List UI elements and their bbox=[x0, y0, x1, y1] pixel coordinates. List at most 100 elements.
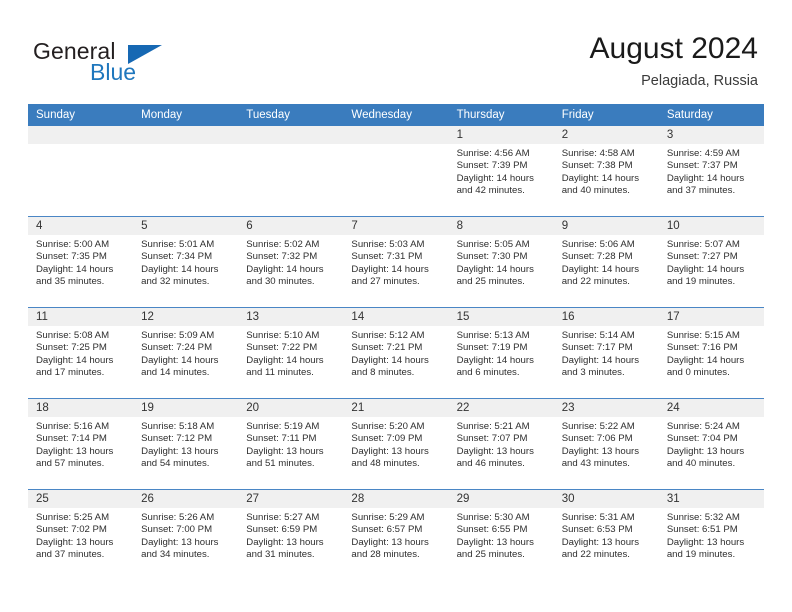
daylight-text-line2: and 48 minutes. bbox=[351, 458, 420, 470]
calendar-day-cell[interactable]: 15 Sunrise: 5:13 AM Sunset: 7:19 PM Dayligh… bbox=[448, 307, 554, 399]
calendar-day-cell[interactable]: 13 Sunrise: 5:10 AM Sunset: 7:22 PM Dayligh… bbox=[238, 307, 344, 399]
calendar-cell-inner bbox=[238, 126, 344, 216]
sunset-text: Sunset: 7:11 PM bbox=[246, 433, 317, 445]
day-details: Sunrise: 5:10 AM Sunset: 7:22 PM Daylight:… bbox=[238, 326, 343, 380]
calendar-cell-inner: 14 Sunrise: 5:12 AM Sunset: 7:21 PM Dayligh… bbox=[343, 308, 449, 398]
day-number: 30 bbox=[553, 490, 659, 508]
calendar-day-cell[interactable]: 24 Sunrise: 5:24 AM Sunset: 7:04 PM Dayligh… bbox=[658, 398, 764, 490]
day-number: 15 bbox=[448, 308, 554, 326]
calendar-day-cell[interactable]: 27 Sunrise: 5:27 AM Sunset: 6:59 PM Dayligh… bbox=[238, 489, 344, 580]
calendar-day-cell[interactable]: 28 Sunrise: 5:29 AM Sunset: 6:57 PM Dayligh… bbox=[343, 489, 449, 580]
day-number: 31 bbox=[658, 490, 764, 508]
weekday-header-monday: Monday bbox=[133, 104, 239, 126]
daylight-text-line2: and 40 minutes. bbox=[666, 458, 736, 470]
calendar-day-cell[interactable]: 20 Sunrise: 5:19 AM Sunset: 7:11 PM Dayligh… bbox=[238, 398, 344, 490]
day-details: Sunrise: 5:00 AM Sunset: 7:35 PM Daylight:… bbox=[28, 235, 133, 289]
sunset-text: Sunset: 7:09 PM bbox=[351, 433, 423, 445]
sunrise-text: Sunrise: 5:24 AM bbox=[666, 421, 740, 432]
daylight-text-line2: and 25 minutes. bbox=[456, 276, 525, 288]
calendar-day-cell[interactable]: 11 Sunrise: 5:08 AM Sunset: 7:25 PM Dayligh… bbox=[28, 307, 134, 399]
calendar-day-cell[interactable]: 3 Sunrise: 4:59 AM Sunset: 7:37 PM Daylight… bbox=[658, 126, 764, 217]
calendar-day-cell[interactable]: 29 Sunrise: 5:30 AM Sunset: 6:55 PM Dayligh… bbox=[448, 489, 554, 580]
daylight-text-line2: and 40 minutes. bbox=[561, 185, 630, 197]
calendar-empty-cell bbox=[343, 126, 449, 217]
sunset-text: Sunset: 7:21 PM bbox=[351, 342, 423, 354]
calendar-day-cell[interactable]: 5 Sunrise: 5:01 AM Sunset: 7:34 PM Daylight… bbox=[133, 216, 239, 308]
sunset-text: Sunset: 7:39 PM bbox=[456, 160, 528, 172]
calendar-cell-inner: 15 Sunrise: 5:13 AM Sunset: 7:19 PM Dayligh… bbox=[448, 308, 554, 398]
calendar-day-cell[interactable]: 21 Sunrise: 5:20 AM Sunset: 7:09 PM Dayligh… bbox=[343, 398, 449, 490]
calendar-cell-inner: 4 Sunrise: 5:00 AM Sunset: 7:35 PM Daylight… bbox=[28, 217, 134, 307]
day-number: 22 bbox=[448, 399, 554, 417]
weekday-header-friday: Friday bbox=[553, 104, 659, 126]
calendar-week-row: 25 Sunrise: 5:25 AM Sunset: 7:02 PM Dayligh… bbox=[28, 489, 764, 580]
calendar-day-cell[interactable]: 31 Sunrise: 5:32 AM Sunset: 6:51 PM Dayligh… bbox=[658, 489, 764, 580]
calendar-cell-inner: 21 Sunrise: 5:20 AM Sunset: 7:09 PM Dayligh… bbox=[343, 399, 449, 489]
day-number: 4 bbox=[28, 217, 134, 235]
daylight-text-line2: and 35 minutes. bbox=[36, 276, 105, 288]
sunrise-text: Sunrise: 5:13 AM bbox=[456, 330, 530, 341]
day-details: Sunrise: 4:56 AM Sunset: 7:39 PM Daylight:… bbox=[449, 144, 554, 198]
sunrise-text: Sunrise: 5:10 AM bbox=[246, 330, 320, 341]
calendar-cell-inner: 11 Sunrise: 5:08 AM Sunset: 7:25 PM Dayligh… bbox=[28, 308, 134, 398]
sunrise-text: Sunrise: 5:14 AM bbox=[561, 330, 635, 341]
daylight-text-line2: and 8 minutes. bbox=[351, 367, 415, 379]
daylight-text-line2: and 28 minutes. bbox=[351, 549, 420, 561]
daylight-text-line1: Daylight: 13 hours bbox=[36, 536, 114, 548]
daylight-text-line1: Daylight: 13 hours bbox=[141, 536, 219, 548]
calendar-day-cell[interactable]: 23 Sunrise: 5:22 AM Sunset: 7:06 PM Dayligh… bbox=[553, 398, 659, 490]
calendar-empty-cell bbox=[238, 126, 344, 217]
calendar-day-cell[interactable]: 22 Sunrise: 5:21 AM Sunset: 7:07 PM Dayligh… bbox=[448, 398, 554, 490]
weekday-header-tuesday: Tuesday bbox=[238, 104, 344, 126]
calendar-day-cell[interactable]: 30 Sunrise: 5:31 AM Sunset: 6:53 PM Dayligh… bbox=[553, 489, 659, 580]
sunrise-text: Sunrise: 5:01 AM bbox=[141, 239, 215, 250]
day-details: Sunrise: 5:07 AM Sunset: 7:27 PM Daylight:… bbox=[659, 235, 764, 289]
sunset-text: Sunset: 7:02 PM bbox=[36, 524, 107, 536]
calendar-day-cell[interactable]: 2 Sunrise: 4:58 AM Sunset: 7:38 PM Daylight… bbox=[553, 126, 659, 217]
calendar-day-cell[interactable]: 17 Sunrise: 5:15 AM Sunset: 7:16 PM Dayligh… bbox=[658, 307, 764, 399]
calendar-day-cell[interactable]: 19 Sunrise: 5:18 AM Sunset: 7:12 PM Dayligh… bbox=[133, 398, 239, 490]
daylight-text-line1: Daylight: 14 hours bbox=[246, 354, 324, 366]
day-details: Sunrise: 5:18 AM Sunset: 7:12 PM Daylight:… bbox=[133, 417, 238, 471]
calendar-day-cell[interactable]: 18 Sunrise: 5:16 AM Sunset: 7:14 PM Dayligh… bbox=[28, 398, 134, 490]
day-number bbox=[343, 126, 449, 144]
sunset-text: Sunset: 7:25 PM bbox=[36, 342, 107, 354]
calendar-day-cell[interactable]: 8 Sunrise: 5:05 AM Sunset: 7:30 PM Daylight… bbox=[448, 216, 554, 308]
calendar-cell-inner: 20 Sunrise: 5:19 AM Sunset: 7:11 PM Dayligh… bbox=[238, 399, 344, 489]
brand-logo[interactable]: General Blue bbox=[33, 38, 253, 88]
calendar-day-cell[interactable]: 10 Sunrise: 5:07 AM Sunset: 7:27 PM Dayligh… bbox=[658, 216, 764, 308]
sunrise-text: Sunrise: 5:12 AM bbox=[351, 330, 425, 341]
day-details: Sunrise: 5:05 AM Sunset: 7:30 PM Daylight:… bbox=[449, 235, 554, 289]
daylight-text-line2: and 0 minutes. bbox=[666, 367, 730, 379]
daylight-text-line1: Daylight: 13 hours bbox=[561, 536, 640, 548]
daylight-text-line1: Daylight: 14 hours bbox=[456, 354, 534, 366]
calendar-day-cell[interactable]: 4 Sunrise: 5:00 AM Sunset: 7:35 PM Daylight… bbox=[28, 216, 134, 308]
calendar-day-cell[interactable]: 1 Sunrise: 4:56 AM Sunset: 7:39 PM Daylight… bbox=[448, 126, 554, 217]
calendar-day-cell[interactable]: 7 Sunrise: 5:03 AM Sunset: 7:31 PM Daylight… bbox=[343, 216, 449, 308]
daylight-text-line1: Daylight: 14 hours bbox=[141, 354, 219, 366]
day-number: 1 bbox=[448, 126, 554, 144]
calendar-cell-inner: 1 Sunrise: 4:56 AM Sunset: 7:39 PM Daylight… bbox=[448, 126, 554, 216]
sunrise-text: Sunrise: 5:07 AM bbox=[666, 239, 740, 250]
calendar-day-cell[interactable]: 12 Sunrise: 5:09 AM Sunset: 7:24 PM Dayligh… bbox=[133, 307, 239, 399]
sunset-text: Sunset: 7:30 PM bbox=[456, 251, 528, 263]
calendar-cell-inner: 18 Sunrise: 5:16 AM Sunset: 7:14 PM Dayligh… bbox=[28, 399, 134, 489]
day-number: 17 bbox=[658, 308, 764, 326]
calendar-cell-inner: 8 Sunrise: 5:05 AM Sunset: 7:30 PM Daylight… bbox=[448, 217, 554, 307]
calendar-day-cell[interactable]: 9 Sunrise: 5:06 AM Sunset: 7:28 PM Daylight… bbox=[553, 216, 659, 308]
calendar-day-cell[interactable]: 26 Sunrise: 5:26 AM Sunset: 7:00 PM Dayligh… bbox=[133, 489, 239, 580]
calendar-day-cell[interactable]: 25 Sunrise: 5:25 AM Sunset: 7:02 PM Dayligh… bbox=[28, 489, 134, 580]
calendar-week-row: 18 Sunrise: 5:16 AM Sunset: 7:14 PM Dayligh… bbox=[28, 398, 764, 490]
daylight-text-line2: and 19 minutes. bbox=[666, 549, 736, 561]
calendar-cell-inner: 27 Sunrise: 5:27 AM Sunset: 6:59 PM Dayligh… bbox=[238, 490, 344, 580]
day-number bbox=[238, 126, 344, 144]
calendar-day-cell[interactable]: 16 Sunrise: 5:14 AM Sunset: 7:17 PM Dayligh… bbox=[553, 307, 659, 399]
daylight-text-line2: and 46 minutes. bbox=[456, 458, 525, 470]
day-details: Sunrise: 5:26 AM Sunset: 7:00 PM Daylight:… bbox=[133, 508, 238, 562]
sunset-text: Sunset: 7:19 PM bbox=[456, 342, 528, 354]
calendar-day-cell[interactable]: 14 Sunrise: 5:12 AM Sunset: 7:21 PM Dayligh… bbox=[343, 307, 449, 399]
daylight-text-line1: Daylight: 13 hours bbox=[666, 445, 745, 457]
day-details: Sunrise: 5:03 AM Sunset: 7:31 PM Daylight:… bbox=[343, 235, 448, 289]
calendar-day-cell[interactable]: 6 Sunrise: 5:02 AM Sunset: 7:32 PM Daylight… bbox=[238, 216, 344, 308]
day-details: Sunrise: 4:59 AM Sunset: 7:37 PM Daylight:… bbox=[659, 144, 764, 198]
